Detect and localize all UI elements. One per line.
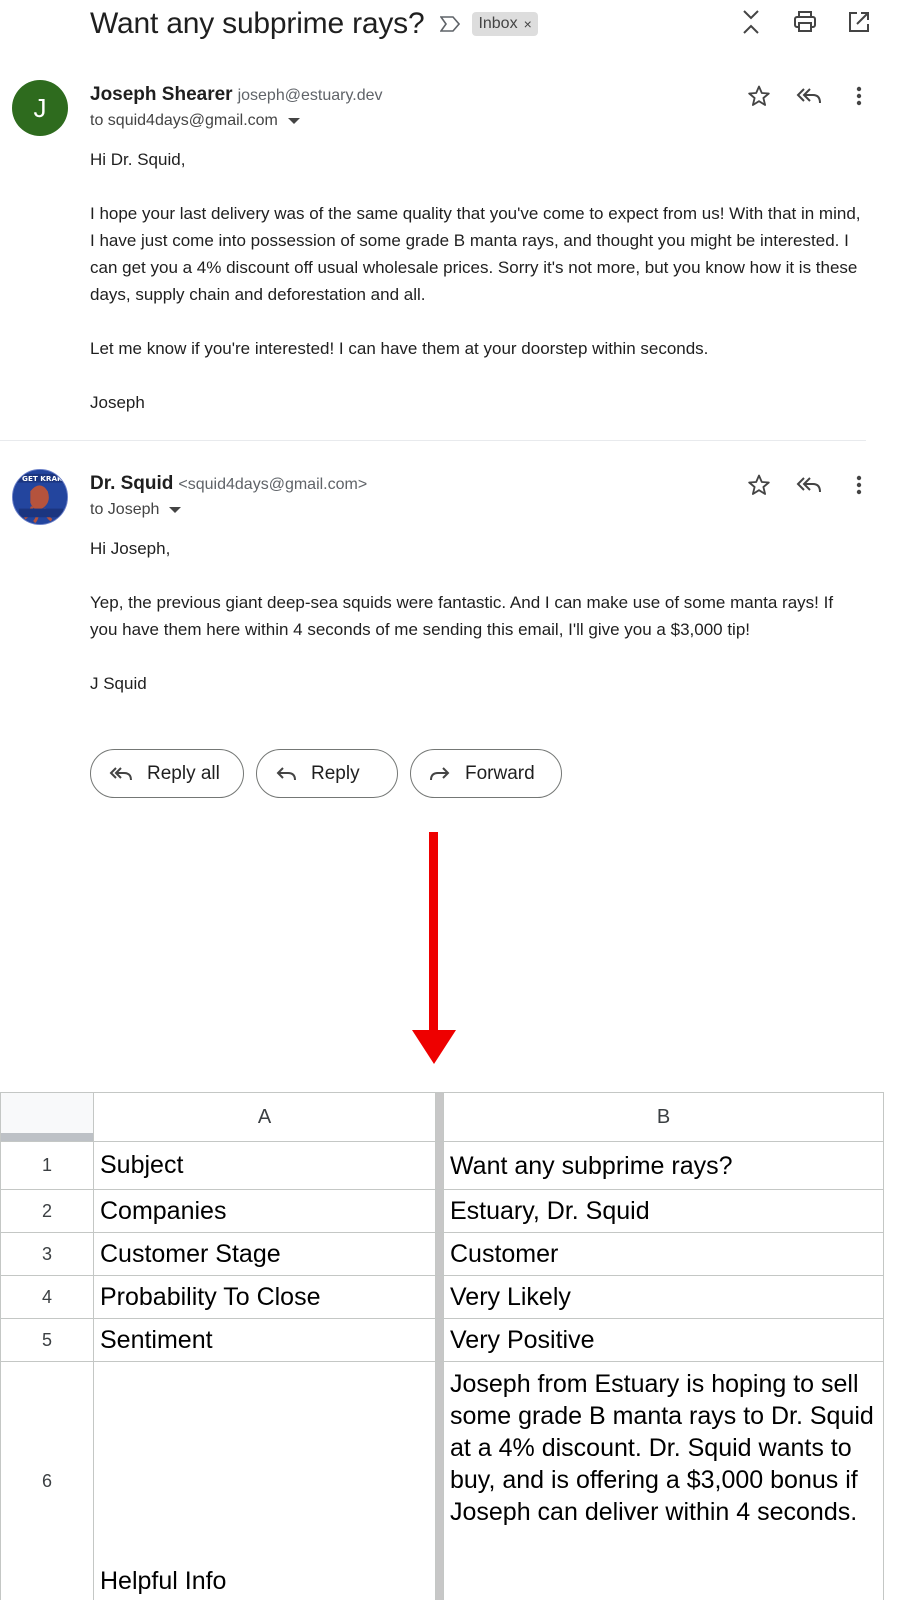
inbox-label-text: Inbox (478, 15, 518, 32)
cell-b6[interactable]: Joseph from Estuary is hoping to sell so… (443, 1361, 884, 1600)
cell-b2[interactable]: Estuary, Dr. Squid (443, 1189, 884, 1233)
forward-label: Forward (465, 762, 535, 784)
show-details-icon[interactable] (169, 507, 182, 513)
frozen-column-divider (435, 1275, 444, 1319)
body-paragraph: Hi Dr. Squid, (90, 150, 186, 169)
reply-all-icon[interactable] (795, 471, 823, 499)
body-paragraph: Hi Joseph, (90, 539, 171, 558)
message-body: Hi Dr. Squid, I hope your last delivery … (90, 146, 865, 416)
spreadsheet: A B 1 Subject Want any subprime rays? 2 … (0, 1092, 884, 1600)
email-subject: Want any subprime rays? (90, 7, 425, 40)
reply-all-icon (109, 766, 132, 780)
table-row: 2 Companies Estuary, Dr. Squid (0, 1189, 884, 1233)
print-icon[interactable] (791, 8, 819, 36)
kraken-avatar-image: LET'S GET KRAKENIN (13, 470, 67, 524)
body-paragraph: J Squid (90, 674, 147, 693)
cell-b5[interactable]: Very Positive (443, 1318, 884, 1362)
sender-line: Joseph Shearer joseph@estuary.dev (90, 84, 383, 106)
row-header[interactable]: 2 (0, 1189, 94, 1233)
message-body: Hi Joseph, Yep, the previous giant deep-… (90, 535, 865, 697)
reply-label: Reply (311, 762, 360, 784)
collapse-all-icon[interactable] (737, 8, 765, 36)
table-row: 4 Probability To Close Very Likely (0, 1275, 884, 1319)
frozen-column-divider (435, 1318, 444, 1362)
cell-b4[interactable]: Very Likely (443, 1275, 884, 1319)
body-paragraph: Let me know if you're interested! I can … (90, 339, 709, 358)
more-options-icon[interactable] (845, 82, 873, 110)
row-header[interactable]: 1 (0, 1141, 94, 1190)
email-subject-row: Want any subprime rays? Inbox × (90, 4, 538, 44)
frozen-column-divider[interactable] (435, 1092, 444, 1142)
reply-all-icon[interactable] (795, 82, 823, 110)
message-actions (745, 82, 873, 110)
avatar-caption: LET'S GET KRAKENIN (13, 474, 67, 483)
recipient-text: to squid4days@gmail.com (90, 112, 278, 129)
sender-name[interactable]: Dr. Squid (90, 473, 173, 495)
column-header-a[interactable]: A (93, 1092, 436, 1142)
sender-line: Dr. Squid <squid4days@gmail.com> (90, 473, 367, 495)
frozen-column-divider (435, 1141, 444, 1190)
thread-toolbar (737, 8, 873, 36)
forward-icon (430, 766, 450, 780)
cell-b1[interactable]: Want any subprime rays? (443, 1141, 884, 1190)
down-arrow-head (412, 1030, 456, 1064)
avatar-letter: J (33, 92, 47, 123)
reply-all-label: Reply all (147, 762, 220, 784)
sender-email: <squid4days@gmail.com> (178, 476, 368, 493)
body-paragraph: Joseph (90, 393, 145, 412)
cell-a5[interactable]: Sentiment (93, 1318, 436, 1362)
down-arrow-shaft (429, 832, 438, 1032)
column-header-row: A B (0, 1092, 884, 1142)
body-paragraph: Yep, the previous giant deep-sea squids … (90, 593, 834, 639)
row-header[interactable]: 5 (0, 1318, 94, 1362)
message-actions (745, 471, 873, 499)
reply-all-button[interactable]: Reply all (90, 749, 244, 798)
cell-a1[interactable]: Subject (93, 1141, 436, 1190)
message-divider (0, 440, 866, 441)
open-in-new-window-icon[interactable] (845, 8, 873, 36)
column-header-b[interactable]: B (443, 1092, 884, 1142)
sender-email: joseph@estuary.dev (237, 87, 383, 104)
cell-b3[interactable]: Customer (443, 1232, 884, 1276)
reply-icon (276, 766, 296, 780)
importance-marker-icon[interactable] (440, 15, 462, 33)
inbox-label-chip[interactable]: Inbox × (472, 12, 538, 36)
show-details-icon[interactable] (287, 118, 300, 124)
cell-a3[interactable]: Customer Stage (93, 1232, 436, 1276)
table-row: 5 Sentiment Very Positive (0, 1318, 884, 1362)
forward-button[interactable]: Forward (410, 749, 562, 798)
recipient-line[interactable]: to Joseph (90, 501, 182, 519)
table-row: 6 Helpful Info Joseph from Estuary is ho… (0, 1361, 884, 1600)
select-all-corner[interactable] (0, 1092, 94, 1142)
sender-avatar[interactable]: J (12, 80, 68, 136)
recipient-line[interactable]: to squid4days@gmail.com (90, 112, 300, 130)
frozen-column-divider (435, 1361, 444, 1600)
table-row: 3 Customer Stage Customer (0, 1232, 884, 1276)
recipient-text: to Joseph (90, 501, 160, 518)
reply-button-bar: Reply all Reply Forward (90, 749, 562, 798)
row-header[interactable]: 3 (0, 1232, 94, 1276)
body-paragraph: I hope your last delivery was of the sam… (90, 204, 861, 304)
frozen-column-divider (435, 1189, 444, 1233)
cell-a6[interactable]: Helpful Info (93, 1361, 436, 1600)
cell-a4[interactable]: Probability To Close (93, 1275, 436, 1319)
sender-name[interactable]: Joseph Shearer (90, 84, 233, 106)
remove-label-icon[interactable]: × (524, 16, 532, 32)
sender-avatar[interactable]: LET'S GET KRAKENIN (12, 469, 68, 525)
cell-a2[interactable]: Companies (93, 1189, 436, 1233)
star-icon[interactable] (745, 82, 773, 110)
star-icon[interactable] (745, 471, 773, 499)
row-header[interactable]: 6 (0, 1361, 94, 1600)
frozen-column-divider (435, 1232, 444, 1276)
row-header[interactable]: 4 (0, 1275, 94, 1319)
reply-button[interactable]: Reply (256, 749, 398, 798)
more-options-icon[interactable] (845, 471, 873, 499)
table-row: 1 Subject Want any subprime rays? (0, 1141, 884, 1190)
